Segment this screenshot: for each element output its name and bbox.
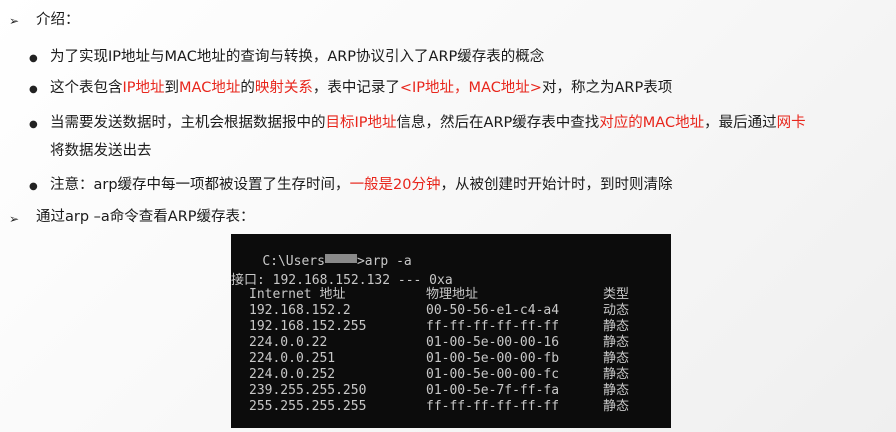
bullet-text-3-continuation: 将数据发送出去: [50, 143, 152, 159]
arp-type-cell: 动态: [603, 303, 630, 318]
plain-text: ，表中记录了: [312, 80, 400, 96]
arp-mac-cell: 01-00-5e-7f-ff-fa: [426, 383, 560, 398]
arp-type-cell: 静态: [603, 383, 630, 398]
plain-text: 信息，然后在ARP缓存表中查找: [396, 115, 600, 131]
bullet-text-3: 当需要发送数据时，主机会根据数据报中的目标IP地址信息，然后在ARP缓存表中查找…: [50, 113, 806, 133]
plain-text: 到: [164, 80, 180, 96]
plain-text: 当需要发送数据时，主机会根据数据报中的: [50, 115, 326, 131]
prompt-command: >arp -a: [356, 254, 412, 270]
arp-ip-cell: 192.168.152.2: [249, 303, 351, 318]
header-type: 类型: [603, 287, 630, 302]
header-address: Internet 地址: [249, 287, 346, 302]
plain-text: 注意：arp缓存中每一项都被设置了生存时间，: [50, 177, 350, 193]
redacted-username: [324, 254, 357, 264]
arp-type-cell: 静态: [603, 399, 630, 414]
arp-ip-cell: 224.0.0.252: [249, 367, 336, 382]
highlight-text: <IP地址，MAC地址>: [399, 80, 542, 96]
arp-ip-cell: 239.255.255.250: [249, 383, 367, 398]
arp-mac-cell: 01-00-5e-00-00-fc: [426, 367, 560, 382]
arp-mac-cell: 01-00-5e-00-00-fb: [426, 351, 560, 366]
bullet-text-2: 这个表包含IP地址到MAC地址的映射关系，表中记录了<IP地址，MAC地址>对，…: [50, 78, 672, 98]
highlight-text: MAC地址: [179, 80, 241, 96]
arp-mac-cell: ff-ff-ff-ff-ff-ff: [426, 319, 560, 334]
arrow-bullet-icon: ➢: [9, 14, 20, 28]
highlight-text: 映射关系: [254, 80, 313, 96]
section-heading-intro: 介绍：: [36, 12, 80, 28]
plain-text: 这个表包含: [50, 80, 123, 96]
bullet-text-4: 注意：arp缓存中每一项都被设置了生存时间，一般是20分钟，从被创建时开始计时，…: [50, 175, 673, 195]
arp-ip-cell: 224.0.0.251: [249, 351, 336, 366]
bullet-dot-icon: ●: [29, 53, 38, 64]
arp-type-cell: 静态: [603, 351, 630, 366]
highlight-text: 一般是20分钟: [349, 177, 441, 193]
highlight-text: 网卡: [776, 115, 806, 131]
bullet-text-1: 为了实现IP地址与MAC地址的查询与转换，ARP协议引入了ARP缓存表的概念: [50, 47, 544, 67]
arp-type-cell: 静态: [603, 367, 630, 382]
bullet-dot-icon: ●: [29, 84, 38, 95]
highlight-text: 对应的MAC地址: [599, 115, 705, 131]
plain-text: 的: [240, 80, 255, 96]
prompt-path: C:\Users: [262, 254, 325, 270]
bullet-dot-icon: ●: [29, 181, 38, 192]
arp-ip-cell: 224.0.0.22: [249, 335, 328, 350]
arp-type-cell: 静态: [603, 319, 630, 334]
highlight-text: IP地址: [122, 80, 165, 96]
arp-ip-cell: 255.255.255.255: [249, 399, 367, 414]
arp-ip-cell: 192.168.152.255: [249, 319, 367, 334]
arp-mac-cell: ff-ff-ff-ff-ff-ff: [426, 399, 560, 414]
plain-text: ，从被创建时开始计时，到时则清除: [440, 177, 673, 193]
arp-mac-cell: 00-50-56-e1-c4-a4: [426, 303, 560, 318]
arp-type-cell: 静态: [603, 335, 630, 350]
bullet-dot-icon: ●: [29, 119, 38, 130]
arrow-bullet-icon: ➢: [9, 212, 20, 226]
arp-mac-cell: 01-00-5e-00-00-16: [426, 335, 560, 350]
highlight-text: 目标IP地址: [325, 115, 397, 131]
terminal-screenshot: C:\Users >arp -a 接口: 192.168.152.132 --- …: [231, 234, 671, 428]
header-physical: 物理地址: [426, 287, 479, 302]
plain-text: 对，称之为ARP表项: [541, 80, 673, 96]
plain-text: ，最后通过: [704, 115, 777, 131]
section-heading-arp: 通过arp –a命令查看ARP缓存表：: [36, 209, 255, 225]
plain-text: 为了实现IP地址与MAC地址的查询与转换，ARP协议引入了ARP缓存表的概念: [50, 49, 545, 65]
